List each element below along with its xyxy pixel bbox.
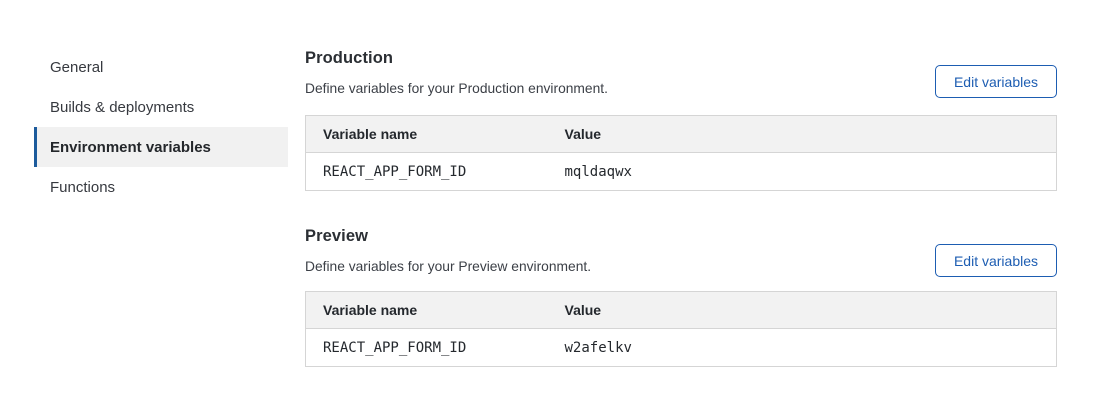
variable-value-cell: w2afelkv — [548, 329, 1057, 367]
sidebar-item-general[interactable]: General — [36, 47, 288, 87]
variable-value-cell: mqldaqwx — [548, 153, 1057, 191]
table-row: REACT_APP_FORM_ID w2afelkv — [306, 329, 1057, 367]
preview-section-title: Preview — [305, 227, 368, 246]
sidebar-item-label: Builds & deployments — [50, 99, 194, 116]
sidebar-item-label: General — [50, 59, 103, 76]
column-header-value: Value — [548, 116, 1057, 153]
production-section-description: Define variables for your Production env… — [305, 81, 608, 96]
column-header-variable-name: Variable name — [306, 292, 548, 329]
column-header-variable-name: Variable name — [306, 116, 548, 153]
production-section-title: Production — [305, 49, 393, 68]
sidebar-item-builds-deployments[interactable]: Builds & deployments — [36, 87, 288, 127]
sidebar-item-environment-variables[interactable]: Environment variables — [34, 127, 288, 167]
sidebar-item-label: Functions — [50, 179, 115, 196]
production-edit-variables-button[interactable]: Edit variables — [935, 65, 1057, 98]
sidebar-item-label: Environment variables — [50, 139, 211, 156]
table-header-row: Variable name Value — [306, 116, 1057, 153]
sidebar-item-functions[interactable]: Functions — [36, 167, 288, 207]
column-header-value: Value — [548, 292, 1057, 329]
preview-variables-table: Variable name Value REACT_APP_FORM_ID w2… — [305, 291, 1057, 367]
preview-edit-variables-button[interactable]: Edit variables — [935, 244, 1057, 277]
preview-section-description: Define variables for your Preview enviro… — [305, 259, 591, 274]
settings-page: General Builds & deployments Environment… — [0, 0, 1100, 420]
variable-name-cell: REACT_APP_FORM_ID — [306, 153, 548, 191]
table-row: REACT_APP_FORM_ID mqldaqwx — [306, 153, 1057, 191]
production-variables-table: Variable name Value REACT_APP_FORM_ID mq… — [305, 115, 1057, 191]
table-header-row: Variable name Value — [306, 292, 1057, 329]
variable-name-cell: REACT_APP_FORM_ID — [306, 329, 548, 367]
